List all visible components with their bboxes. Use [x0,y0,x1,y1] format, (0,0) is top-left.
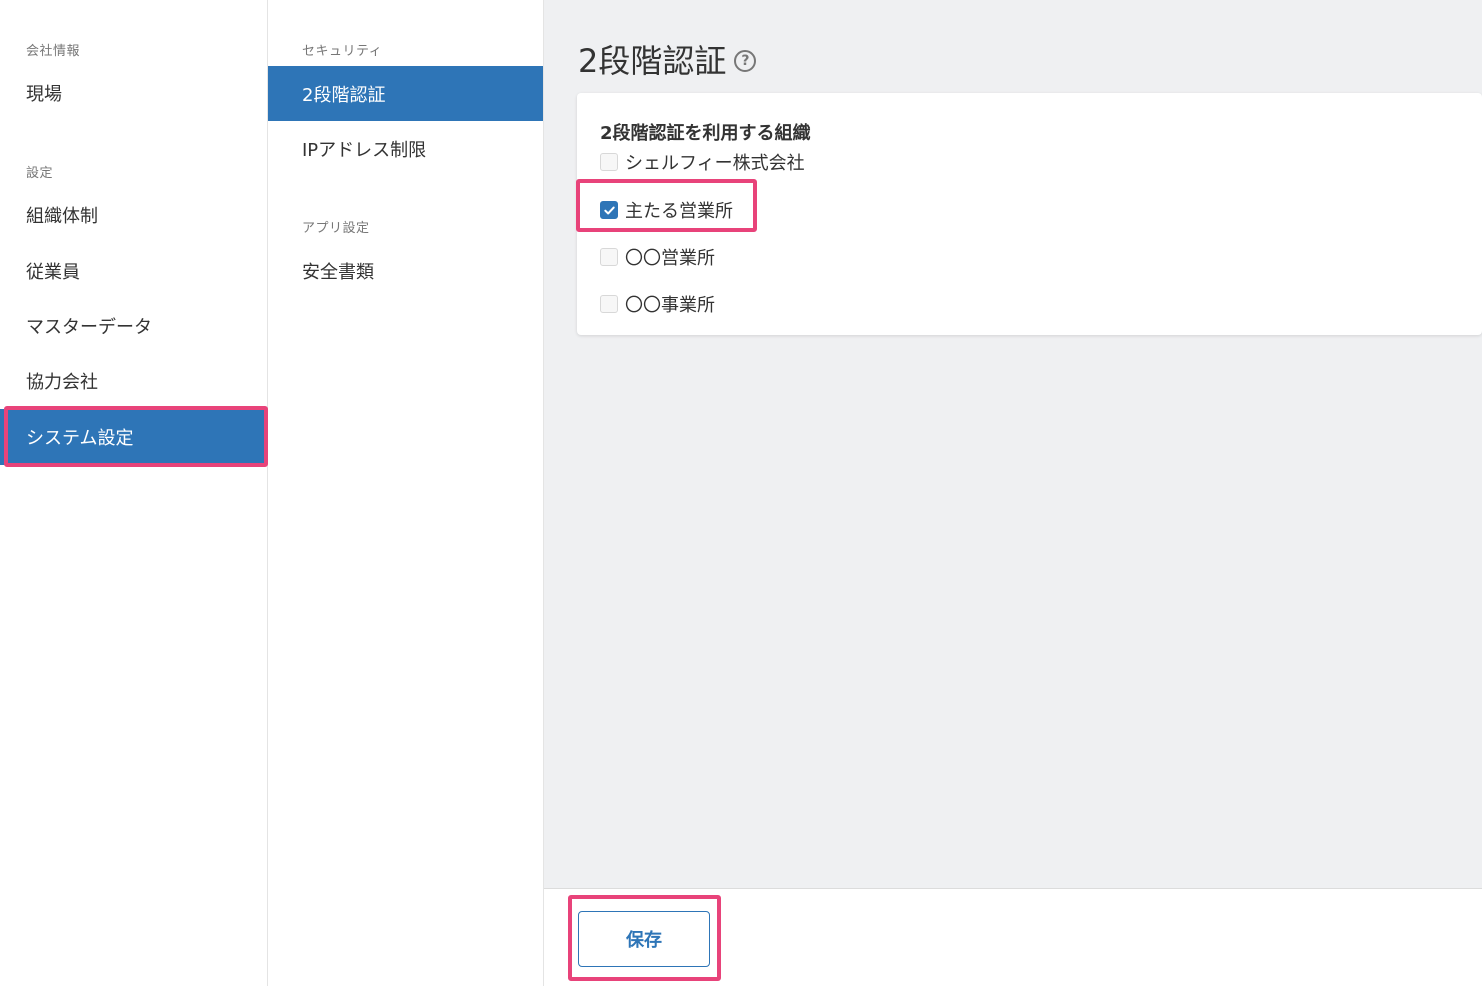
org-selection-card: 2段階認証を利用する組織 シェルフィー株式会社 主たる営業所 〇〇営業所 〇〇事… [577,93,1482,335]
org-option-office[interactable]: 〇〇事業所 [600,291,715,317]
sidebar-item-employees[interactable]: 従業員 [0,243,267,299]
checkbox[interactable] [600,248,618,266]
org-option-branch[interactable]: 〇〇営業所 [600,244,715,270]
question-circle-icon[interactable]: ? [734,50,757,72]
sidebar-item-site[interactable]: 現場 [0,65,267,121]
checkbox[interactable] [600,295,618,313]
subnav-item-safety-docs[interactable]: 安全書類 [268,243,543,298]
org-option-label: シェルフィー株式会社 [625,153,805,174]
sidebar-item-org[interactable]: 組織体制 [0,187,267,243]
org-option-shelfy[interactable]: シェルフィー株式会社 [600,149,805,175]
org-option-label: 〇〇事業所 [625,295,715,316]
sidebar-item-system-settings[interactable]: システム設定 [0,409,267,465]
sidebar-item-partners[interactable]: 協力会社 [0,353,267,409]
org-option-label: 〇〇営業所 [625,248,715,269]
footer-bar: 保存 [544,888,1482,986]
sidebar-section-settings: 設定 [26,166,54,181]
page-title-text: 2段階認証 [578,42,727,80]
org-option-main-office[interactable]: 主たる営業所 [600,197,733,223]
main-content: 2段階認証 ? 2段階認証を利用する組織 シェルフィー株式会社 主たる営業所 〇… [544,0,1482,888]
settings-subnav: セキュリティ 2段階認証 IPアドレス制限 アプリ設定 安全書類 [268,0,544,986]
checkbox[interactable] [600,153,618,171]
subnav-section-security: セキュリティ [302,44,383,59]
page-title: 2段階認証 ? [578,36,757,82]
org-option-label: 主たる営業所 [625,201,733,222]
subnav-item-2fa[interactable]: 2段階認証 [268,66,543,121]
sidebar: 会社情報 現場 設定 組織体制 従業員 マスターデータ 協力会社 システム設定 [0,0,268,986]
sidebar-item-master-data[interactable]: マスターデータ [0,298,267,354]
save-button[interactable]: 保存 [578,911,710,967]
checkmark-icon [603,206,615,214]
subnav-item-ip-restriction[interactable]: IPアドレス制限 [268,121,543,176]
card-heading: 2段階認証を利用する組織 [600,123,811,144]
sidebar-section-company: 会社情報 [26,44,81,59]
checkbox-checked[interactable] [600,201,618,219]
subnav-section-app: アプリ設定 [302,221,370,236]
